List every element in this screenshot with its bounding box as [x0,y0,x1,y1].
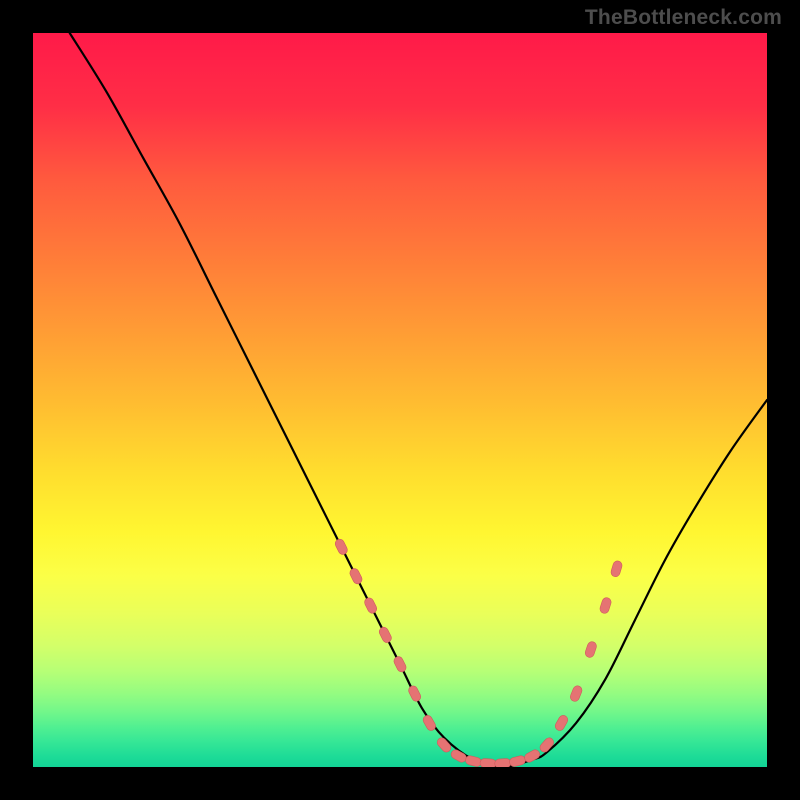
curve-marker [509,755,527,767]
chart-plot-area [33,33,767,767]
curve-marker [569,685,583,703]
curve-marker [538,736,555,754]
curve-marker [494,758,511,767]
curve-marker [421,714,437,732]
chart-curve-layer [33,33,767,767]
curve-marker [348,567,363,585]
curve-marker [584,641,598,659]
curve-marker [378,626,393,644]
curve-marker [392,655,407,673]
curve-marker [599,597,612,615]
curve-marker [435,736,452,754]
watermark-text: TheBottleneck.com [585,6,782,30]
curve-marker [407,684,422,702]
curve-marker [610,560,623,578]
curve-marker [480,758,497,767]
curve-marker [334,538,349,556]
curve-markers [334,538,623,767]
curve-marker [450,748,468,764]
curve-marker [554,714,570,732]
bottleneck-curve [70,33,767,767]
curve-marker [363,596,378,614]
curve-marker [465,755,483,767]
